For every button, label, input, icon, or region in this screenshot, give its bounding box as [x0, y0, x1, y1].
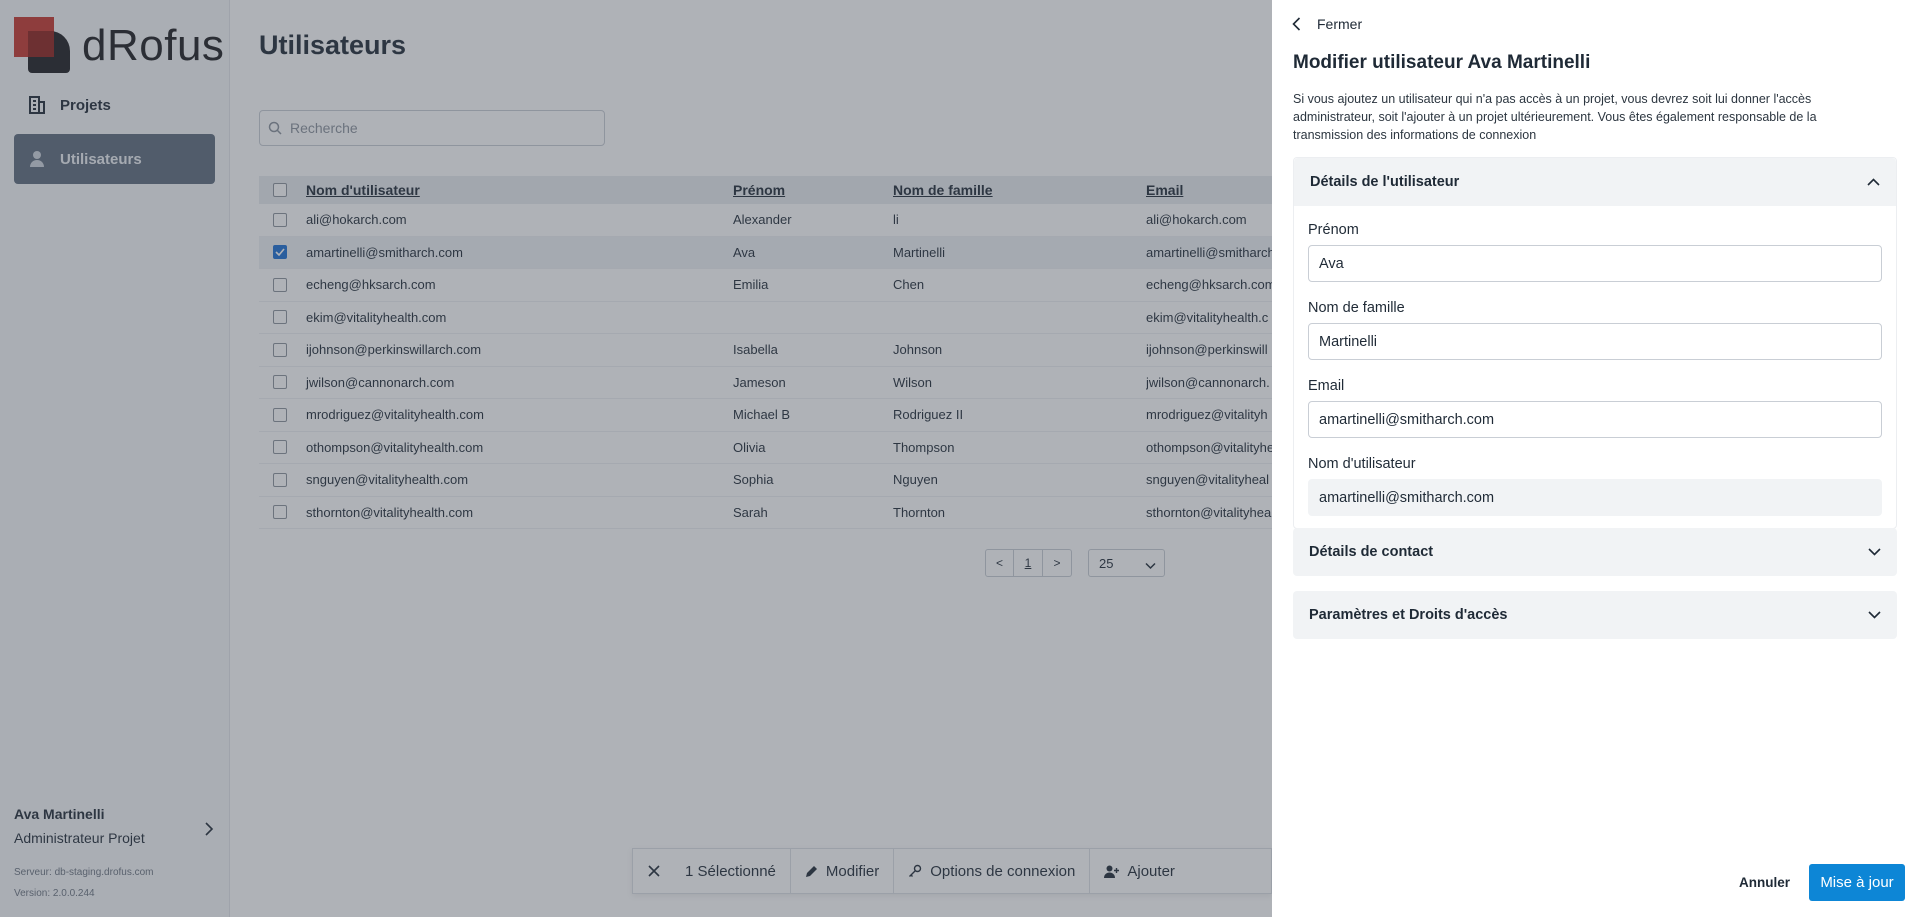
user-details-panel: Détails de l'utilisateur Prénom Ava Nom … — [1293, 157, 1897, 529]
username-field: amartinelli@smitharch.com — [1308, 479, 1882, 516]
chevron-down-icon — [1868, 611, 1881, 619]
chevron-up-icon — [1867, 178, 1880, 186]
access-rights-panel[interactable]: Paramètres et Droits d'accès — [1293, 591, 1897, 639]
close-drawer-button[interactable]: Fermer — [1292, 16, 1362, 32]
modal-backdrop[interactable] — [0, 0, 1272, 917]
edit-user-drawer: Fermer Modifier utilisateur Ava Martinel… — [1272, 0, 1920, 917]
contact-details-header[interactable]: Détails de contact — [1293, 528, 1897, 576]
lastname-field[interactable]: Martinelli — [1308, 323, 1882, 360]
firstname-label: Prénom — [1308, 222, 1359, 238]
username-label: Nom d'utilisateur — [1308, 456, 1416, 472]
chevron-down-icon — [1868, 548, 1881, 556]
user-details-header[interactable]: Détails de l'utilisateur — [1294, 158, 1896, 206]
contact-details-title: Détails de contact — [1309, 544, 1434, 560]
email-field[interactable]: amartinelli@smitharch.com — [1308, 401, 1882, 438]
access-rights-title: Paramètres et Droits d'accès — [1309, 607, 1508, 623]
close-drawer-label: Fermer — [1317, 16, 1363, 32]
drawer-title: Modifier utilisateur Ava Martinelli — [1293, 52, 1591, 73]
access-rights-header[interactable]: Paramètres et Droits d'accès — [1293, 591, 1897, 639]
user-details-body: Prénom Ava Nom de famille Martinelli Ema… — [1294, 206, 1896, 528]
contact-details-panel[interactable]: Détails de contact — [1293, 528, 1897, 576]
email-label: Email — [1308, 378, 1345, 394]
chevron-left-icon — [1292, 17, 1301, 31]
lastname-label: Nom de famille — [1308, 300, 1405, 316]
cancel-button[interactable]: Annuler — [1739, 875, 1790, 890]
user-details-title: Détails de l'utilisateur — [1310, 174, 1460, 190]
firstname-field[interactable]: Ava — [1308, 245, 1882, 282]
drawer-description: Si vous ajoutez un utilisateur qui n'a p… — [1293, 92, 1817, 142]
update-button[interactable]: Mise à jour — [1809, 864, 1905, 901]
